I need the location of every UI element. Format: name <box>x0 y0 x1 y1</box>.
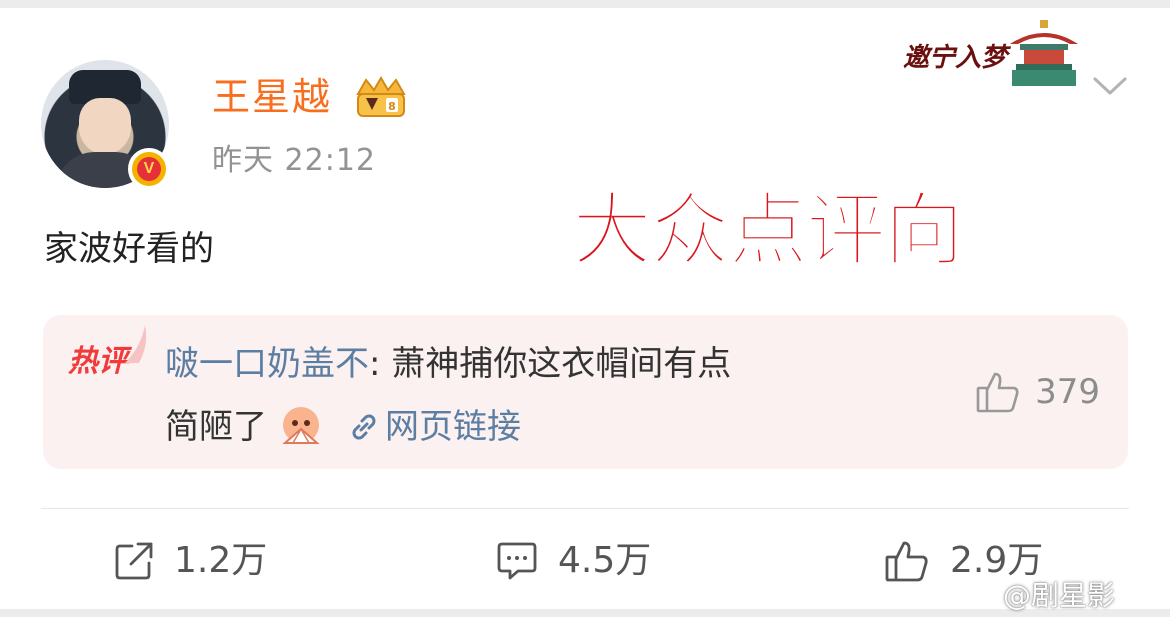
comment-icon <box>497 542 537 580</box>
overlay-title: 大众点评向 <box>571 183 965 278</box>
verified-badge-letter: V <box>137 157 161 181</box>
hot-comment-text-line2: 简陋了 <box>165 407 267 447</box>
thumbs-up-icon <box>976 372 1019 413</box>
post-timestamp: 昨天 22:12 <box>212 143 376 178</box>
flame-icon <box>125 325 147 363</box>
corner-watermark: @剧星影 <box>1003 579 1116 612</box>
username[interactable]: 王星越 <box>212 72 332 122</box>
hot-comment-author[interactable]: 啵一口奶盖不 <box>165 344 369 384</box>
hot-comment[interactable]: 热评 啵一口奶盖不: 萧神捕你这衣帽间有点 简陋了 网页链接 379 <box>43 315 1128 469</box>
watermark-logo: 邀宁入梦 <box>903 43 1008 73</box>
repost-button[interactable]: 1.2万 <box>114 536 267 586</box>
comment-count: 4.5万 <box>558 540 652 581</box>
hot-comment-line2: 简陋了 网页链接 <box>165 403 521 451</box>
svg-text:8: 8 <box>388 100 396 113</box>
action-divider <box>41 508 1129 509</box>
fan-emoji-icon <box>282 407 320 444</box>
hot-comment-like[interactable]: 379 <box>975 370 1100 414</box>
comment-button[interactable]: 4.5万 <box>496 536 651 586</box>
chevron-down-icon[interactable] <box>1092 74 1128 98</box>
verified-badge-icon: V <box>128 148 170 190</box>
hot-comment-separator: : <box>369 344 392 384</box>
share-icon <box>115 542 153 580</box>
link-icon[interactable] <box>347 410 381 444</box>
post-text: 家波好看的 <box>44 229 214 269</box>
hot-comment-text-line1: 萧神捕你这衣帽间有点 <box>391 344 732 384</box>
web-link[interactable]: 网页链接 <box>385 403 521 451</box>
avatar-face <box>79 98 131 154</box>
thumbs-up-icon <box>885 541 928 582</box>
hot-comment-like-count: 379 <box>1035 372 1100 412</box>
hot-comment-line1: 啵一口奶盖不: 萧神捕你这衣帽间有点 <box>165 340 731 388</box>
pavilion-illustration <box>1010 20 1078 86</box>
crown-icon[interactable]: 8 <box>352 76 410 120</box>
repost-count: 1.2万 <box>174 540 268 581</box>
hot-comment-tag: 热评 <box>68 344 128 379</box>
weibo-post-card: V 王星越 8 昨天 22:12 邀宁入梦 家波好看的 大众点评向 热评 啵一口… <box>0 8 1170 612</box>
